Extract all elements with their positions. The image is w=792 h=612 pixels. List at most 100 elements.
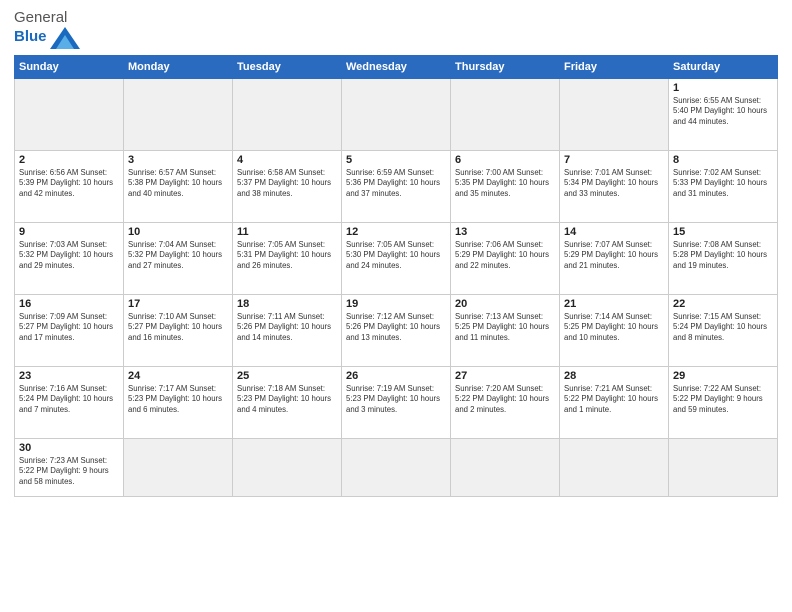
calendar-cell: 13Sunrise: 7:06 AM Sunset: 5:29 PM Dayli… <box>451 222 560 294</box>
day-info: Sunrise: 7:03 AM Sunset: 5:32 PM Dayligh… <box>19 240 119 272</box>
day-info: Sunrise: 6:58 AM Sunset: 5:37 PM Dayligh… <box>237 168 337 200</box>
day-info: Sunrise: 7:23 AM Sunset: 5:22 PM Dayligh… <box>19 456 119 488</box>
day-number: 11 <box>237 226 337 238</box>
day-number: 17 <box>128 298 228 310</box>
day-number: 3 <box>128 154 228 166</box>
weekday-header-tuesday: Tuesday <box>233 55 342 78</box>
calendar-page: General Blue SundayMondayTuesdayWednesda… <box>0 0 792 612</box>
day-number: 23 <box>19 370 119 382</box>
day-info: Sunrise: 7:00 AM Sunset: 5:35 PM Dayligh… <box>455 168 555 200</box>
calendar-cell: 22Sunrise: 7:15 AM Sunset: 5:24 PM Dayli… <box>669 294 778 366</box>
calendar-cell <box>15 78 124 150</box>
day-info: Sunrise: 7:04 AM Sunset: 5:32 PM Dayligh… <box>128 240 228 272</box>
day-number: 7 <box>564 154 664 166</box>
calendar-cell: 7Sunrise: 7:01 AM Sunset: 5:34 PM Daylig… <box>560 150 669 222</box>
day-info: Sunrise: 7:10 AM Sunset: 5:27 PM Dayligh… <box>128 312 228 344</box>
weekday-header-saturday: Saturday <box>669 55 778 78</box>
header: General Blue <box>14 10 778 49</box>
weekday-header-friday: Friday <box>560 55 669 78</box>
day-info: Sunrise: 7:11 AM Sunset: 5:26 PM Dayligh… <box>237 312 337 344</box>
day-number: 21 <box>564 298 664 310</box>
day-number: 9 <box>19 226 119 238</box>
weekday-header-thursday: Thursday <box>451 55 560 78</box>
calendar-cell: 3 Sunrise: 6:57 AM Sunset: 5:38 PM Daylig… <box>124 150 233 222</box>
day-info: Sunrise: 7:21 AM Sunset: 5:22 PM Dayligh… <box>564 384 664 416</box>
day-number: 20 <box>455 298 555 310</box>
calendar-cell: 27Sunrise: 7:20 AM Sunset: 5:22 PM Dayli… <box>451 366 560 438</box>
calendar-cell <box>233 78 342 150</box>
day-number: 4 <box>237 154 337 166</box>
weekday-header-monday: Monday <box>124 55 233 78</box>
day-info: Sunrise: 7:13 AM Sunset: 5:25 PM Dayligh… <box>455 312 555 344</box>
day-info: Sunrise: 6:56 AM Sunset: 5:39 PM Dayligh… <box>19 168 119 200</box>
calendar-cell <box>451 78 560 150</box>
calendar-cell: 20 Sunrise: 7:13 AM Sunset: 5:25 PM Dayli… <box>451 294 560 366</box>
day-info: Sunrise: 7:05 AM Sunset: 5:30 PM Dayligh… <box>346 240 446 272</box>
day-info: Sunrise: 7:12 AM Sunset: 5:26 PM Dayligh… <box>346 312 446 344</box>
calendar-cell: 8 Sunrise: 7:02 AM Sunset: 5:33 PM Daylig… <box>669 150 778 222</box>
calendar-cell <box>124 438 233 496</box>
day-number: 5 <box>346 154 446 166</box>
day-number: 27 <box>455 370 555 382</box>
day-info: Sunrise: 6:55 AM Sunset: 5:40 PM Dayligh… <box>673 96 773 128</box>
day-info: Sunrise: 7:02 AM Sunset: 5:33 PM Dayligh… <box>673 168 773 200</box>
week-row-5: 23 Sunrise: 7:16 AM Sunset: 5:24 PM Dayli… <box>15 366 778 438</box>
calendar-cell <box>233 438 342 496</box>
logo: General Blue <box>14 10 80 49</box>
day-number: 18 <box>237 298 337 310</box>
day-number: 29 <box>673 370 773 382</box>
logo-blue: Blue <box>14 29 47 46</box>
day-number: 10 <box>128 226 228 238</box>
calendar-cell: 28 Sunrise: 7:21 AM Sunset: 5:22 PM Dayli… <box>560 366 669 438</box>
day-info: Sunrise: 7:14 AM Sunset: 5:25 PM Dayligh… <box>564 312 664 344</box>
calendar-cell: 4 Sunrise: 6:58 AM Sunset: 5:37 PM Daylig… <box>233 150 342 222</box>
calendar-cell <box>124 78 233 150</box>
calendar-cell: 5 Sunrise: 6:59 AM Sunset: 5:36 PM Daylig… <box>342 150 451 222</box>
calendar-cell: 11 Sunrise: 7:05 AM Sunset: 5:31 PM Dayli… <box>233 222 342 294</box>
day-number: 6 <box>455 154 555 166</box>
calendar-cell: 10 Sunrise: 7:04 AM Sunset: 5:32 PM Dayli… <box>124 222 233 294</box>
day-info: Sunrise: 7:07 AM Sunset: 5:29 PM Dayligh… <box>564 240 664 272</box>
calendar-cell: 30 Sunrise: 7:23 AM Sunset: 5:22 PM Dayli… <box>15 438 124 496</box>
weekday-header-row: SundayMondayTuesdayWednesdayThursdayFrid… <box>15 55 778 78</box>
calendar-cell: 9 Sunrise: 7:03 AM Sunset: 5:32 PM Daylig… <box>15 222 124 294</box>
day-number: 8 <box>673 154 773 166</box>
day-info: Sunrise: 7:08 AM Sunset: 5:28 PM Dayligh… <box>673 240 773 272</box>
calendar-cell <box>669 438 778 496</box>
day-info: Sunrise: 7:09 AM Sunset: 5:27 PM Dayligh… <box>19 312 119 344</box>
weekday-header-sunday: Sunday <box>15 55 124 78</box>
day-number: 12 <box>346 226 446 238</box>
logo-general: General <box>14 9 67 26</box>
day-info: Sunrise: 7:16 AM Sunset: 5:24 PM Dayligh… <box>19 384 119 416</box>
calendar-cell: 17 Sunrise: 7:10 AM Sunset: 5:27 PM Dayli… <box>124 294 233 366</box>
day-number: 28 <box>564 370 664 382</box>
day-info: Sunrise: 7:22 AM Sunset: 5:22 PM Dayligh… <box>673 384 773 416</box>
week-row-1: 1 Sunrise: 6:55 AM Sunset: 5:40 PM Daylig… <box>15 78 778 150</box>
calendar-cell: 2Sunrise: 6:56 AM Sunset: 5:39 PM Daylig… <box>15 150 124 222</box>
week-row-2: 2Sunrise: 6:56 AM Sunset: 5:39 PM Daylig… <box>15 150 778 222</box>
day-info: Sunrise: 6:59 AM Sunset: 5:36 PM Dayligh… <box>346 168 446 200</box>
calendar-cell <box>560 438 669 496</box>
day-number: 1 <box>673 82 773 94</box>
day-info: Sunrise: 6:57 AM Sunset: 5:38 PM Dayligh… <box>128 168 228 200</box>
day-number: 15 <box>673 226 773 238</box>
day-number: 14 <box>564 226 664 238</box>
calendar-cell: 21 Sunrise: 7:14 AM Sunset: 5:25 PM Dayli… <box>560 294 669 366</box>
day-info: Sunrise: 7:19 AM Sunset: 5:23 PM Dayligh… <box>346 384 446 416</box>
calendar-cell: 1 Sunrise: 6:55 AM Sunset: 5:40 PM Daylig… <box>669 78 778 150</box>
calendar-cell: 6 Sunrise: 7:00 AM Sunset: 5:35 PM Daylig… <box>451 150 560 222</box>
calendar-cell: 12 Sunrise: 7:05 AM Sunset: 5:30 PM Dayli… <box>342 222 451 294</box>
calendar-cell: 16 Sunrise: 7:09 AM Sunset: 5:27 PM Dayli… <box>15 294 124 366</box>
calendar-cell: 23 Sunrise: 7:16 AM Sunset: 5:24 PM Dayli… <box>15 366 124 438</box>
day-number: 16 <box>19 298 119 310</box>
calendar-cell <box>451 438 560 496</box>
day-number: 25 <box>237 370 337 382</box>
calendar-cell: 19Sunrise: 7:12 AM Sunset: 5:26 PM Dayli… <box>342 294 451 366</box>
day-info: Sunrise: 7:05 AM Sunset: 5:31 PM Dayligh… <box>237 240 337 272</box>
calendar-cell <box>342 78 451 150</box>
calendar-cell: 25Sunrise: 7:18 AM Sunset: 5:23 PM Dayli… <box>233 366 342 438</box>
day-number: 30 <box>19 442 119 454</box>
calendar-cell <box>342 438 451 496</box>
calendar-cell: 26Sunrise: 7:19 AM Sunset: 5:23 PM Dayli… <box>342 366 451 438</box>
week-row-6: 30 Sunrise: 7:23 AM Sunset: 5:22 PM Dayli… <box>15 438 778 496</box>
